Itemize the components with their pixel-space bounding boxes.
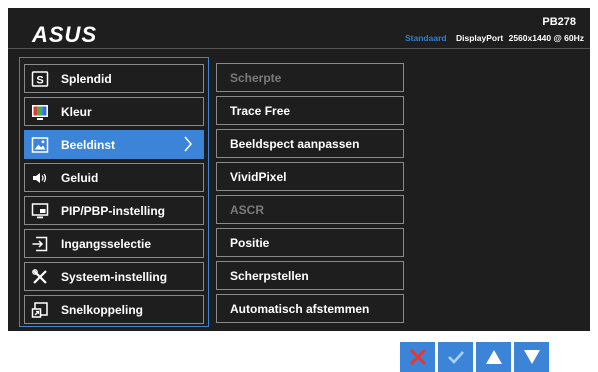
menu-item-kleur[interactable]: Kleur	[24, 97, 204, 126]
input-select-icon	[31, 235, 49, 253]
header-divider	[8, 48, 590, 49]
checkmark-icon	[447, 351, 464, 364]
close-icon	[409, 348, 426, 366]
color-icon	[31, 103, 49, 121]
shortcut-icon	[31, 301, 49, 319]
speaker-icon	[31, 169, 49, 187]
chevron-right-icon	[183, 135, 193, 156]
sub-menu: Scherpte Trace Free Beeldspect aanpassen…	[216, 57, 406, 327]
asus-logo: ASUS	[31, 22, 97, 46]
arrow-up-icon	[485, 350, 502, 364]
menu-item-label: Beeldinst	[61, 137, 116, 152]
svg-text:ASUS: ASUS	[31, 22, 97, 46]
menu-item-label: Geluid	[61, 170, 99, 185]
status-input: DisplayPort	[455, 33, 504, 43]
menu-item-ingangsselectie[interactable]: Ingangsselectie	[24, 229, 204, 258]
close-button[interactable]	[400, 342, 435, 372]
submenu-item-scherpstellen[interactable]: Scherpstellen	[216, 261, 404, 290]
main-menu: S Splendid Kleur Beeldinst Geluid PIP/PB…	[19, 57, 209, 327]
osd-panel: ASUS PB278 Standaard DisplayPort 2560x14…	[8, 8, 590, 331]
submenu-item-positie[interactable]: Positie	[216, 228, 404, 257]
status-bar: Standaard DisplayPort 2560x1440 @ 60Hz	[405, 33, 584, 43]
arrow-down-icon	[523, 350, 540, 364]
submenu-item-vividpixel[interactable]: VividPixel	[216, 162, 404, 191]
model-name: PB278	[542, 16, 576, 28]
tools-icon	[31, 268, 49, 286]
submenu-item-trace-free[interactable]: Trace Free	[216, 96, 404, 125]
menu-item-beeldinst[interactable]: Beeldinst	[24, 130, 204, 159]
svg-text:S: S	[36, 74, 43, 86]
submenu-item-beeldspect-aanpassen[interactable]: Beeldspect aanpassen	[216, 129, 404, 158]
menu-item-label: Splendid	[61, 71, 112, 86]
menu-item-pip-pbp[interactable]: PIP/PBP-instelling	[24, 196, 204, 225]
menu-item-geluid[interactable]: Geluid	[24, 163, 204, 192]
status-mode: Standaard	[405, 33, 447, 43]
pip-icon	[31, 202, 49, 220]
image-icon	[31, 136, 49, 154]
menu-item-label: Snelkoppeling	[61, 302, 144, 317]
splendid-icon: S	[31, 70, 49, 88]
submenu-item-scherpte[interactable]: Scherpte	[216, 63, 404, 92]
menu-item-label: Kleur	[61, 104, 92, 119]
menu-item-label: Ingangsselectie	[61, 236, 152, 251]
submenu-item-automatisch-afstemmen[interactable]: Automatisch afstemmen	[216, 294, 404, 323]
menu-item-snelkoppeling[interactable]: Snelkoppeling	[24, 295, 204, 324]
up-button[interactable]	[476, 342, 511, 372]
menu-item-label: PIP/PBP-instelling	[61, 203, 166, 218]
down-button[interactable]	[514, 342, 549, 372]
submenu-item-ascr[interactable]: ASCR	[216, 195, 404, 224]
menu-item-splendid[interactable]: S Splendid	[24, 64, 204, 93]
status-resolution: 2560x1440 @ 60Hz	[508, 33, 584, 43]
confirm-button[interactable]	[438, 342, 473, 372]
menu-item-systeem-instelling[interactable]: Systeem-instelling	[24, 262, 204, 291]
menu-item-label: Systeem-instelling	[61, 269, 168, 284]
